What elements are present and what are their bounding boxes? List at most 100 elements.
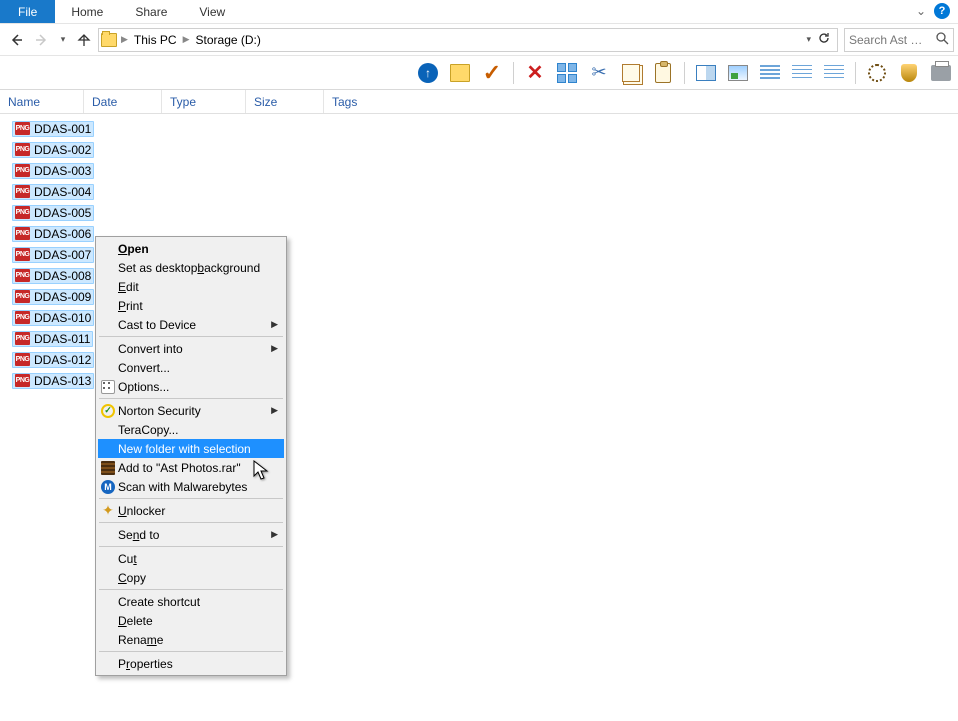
column-name[interactable]: Name xyxy=(0,90,84,113)
tab-view[interactable]: View xyxy=(183,0,241,23)
ctx-separator xyxy=(99,336,283,337)
ctx-edit[interactable]: Edit xyxy=(98,277,284,296)
select-all-icon[interactable] xyxy=(556,62,578,84)
forward-button[interactable] xyxy=(30,28,54,52)
file-item[interactable]: PNGDDAS-001 xyxy=(12,118,958,139)
list-view-icon[interactable] xyxy=(791,62,813,84)
file-name: DDAS-010 xyxy=(34,311,91,325)
search-placeholder: Search Ast … xyxy=(849,33,922,47)
ctx-delete[interactable]: Delete xyxy=(98,611,284,630)
norton-icon xyxy=(100,403,116,419)
png-icon: PNG xyxy=(15,164,30,177)
png-icon: PNG xyxy=(15,227,30,240)
column-headers: Name Date Type Size Tags xyxy=(0,90,958,114)
ctx-set-desktop-background[interactable]: Set as desktop background xyxy=(98,258,284,277)
column-tags[interactable]: Tags xyxy=(324,90,402,113)
help-icon[interactable]: ? xyxy=(934,3,950,19)
ribbon-tabs: File Home Share View ⌄ ? xyxy=(0,0,958,24)
address-bar[interactable]: ▶ This PC ▶ Storage (D:) ▾ xyxy=(98,28,838,52)
tab-share[interactable]: Share xyxy=(119,0,183,23)
file-name: DDAS-011 xyxy=(34,332,90,346)
png-icon: PNG xyxy=(15,248,30,261)
ctx-new-folder-with-selection[interactable]: New folder with selection xyxy=(98,439,284,458)
file-name: DDAS-008 xyxy=(34,269,91,283)
ctx-separator xyxy=(99,522,283,523)
file-item[interactable]: PNGDDAS-004 xyxy=(12,181,958,202)
file-name: DDAS-006 xyxy=(34,227,91,241)
delete-icon[interactable]: ✕ xyxy=(524,62,546,84)
ctx-convert[interactable]: Convert... xyxy=(98,358,284,377)
file-item[interactable]: PNG DDAS-003 xyxy=(12,160,958,181)
png-icon: PNG xyxy=(15,332,30,345)
png-icon: PNG xyxy=(15,143,30,156)
crumb-this-pc[interactable]: This PC xyxy=(132,33,179,47)
options-icon[interactable] xyxy=(866,62,888,84)
back-button[interactable] xyxy=(4,28,28,52)
file-name: DDAS-012 xyxy=(34,353,91,367)
new-folder-icon[interactable] xyxy=(449,62,471,84)
search-box[interactable]: Search Ast … xyxy=(844,28,954,52)
malwarebytes-icon: M xyxy=(100,479,116,495)
file-name: DDAS-005 xyxy=(34,206,91,220)
ctx-norton-security[interactable]: Norton Security▶ xyxy=(98,401,284,420)
png-icon: PNG xyxy=(15,269,30,282)
ctx-print[interactable]: Print xyxy=(98,296,284,315)
paste-icon[interactable] xyxy=(652,62,674,84)
separator xyxy=(513,62,514,84)
png-icon: PNG xyxy=(15,353,30,366)
ctx-options[interactable]: Options... xyxy=(98,377,284,396)
png-icon: PNG xyxy=(15,311,30,324)
ctx-unlocker[interactable]: ✦Unlocker xyxy=(98,501,284,520)
ctx-convert-into[interactable]: Convert into▶ xyxy=(98,339,284,358)
level-up-icon[interactable]: ↑ xyxy=(417,62,439,84)
ctx-separator xyxy=(99,498,283,499)
ctx-rename[interactable]: Rename xyxy=(98,630,284,649)
crumb-drive[interactable]: Storage (D:) xyxy=(194,33,263,47)
address-dropdown-icon[interactable]: ▾ xyxy=(806,34,811,45)
separator xyxy=(855,62,856,84)
file-item[interactable]: PNGDDAS-005 xyxy=(12,202,958,223)
file-name: DDAS-001 xyxy=(34,122,91,136)
search-icon xyxy=(936,32,949,48)
recent-locations-button[interactable]: ▾ xyxy=(56,28,70,52)
cut-icon[interactable]: ✂ xyxy=(588,62,610,84)
png-icon: PNG xyxy=(15,290,30,303)
ctx-cut[interactable]: Cut xyxy=(98,549,284,568)
copy-icon[interactable] xyxy=(620,62,642,84)
submenu-arrow-icon: ▶ xyxy=(271,405,278,416)
ctx-teracopy[interactable]: TeraCopy... xyxy=(98,420,284,439)
tab-file[interactable]: File xyxy=(0,0,55,23)
file-name: DDAS-003 xyxy=(34,164,91,178)
ctx-cast-to-device[interactable]: Cast to Device▶ xyxy=(98,315,284,334)
ctx-open[interactable]: Open xyxy=(98,239,284,258)
ribbon-minimize-icon[interactable]: ⌄ xyxy=(916,4,926,18)
details-view-icon[interactable] xyxy=(823,62,845,84)
png-icon: PNG xyxy=(15,185,30,198)
file-name: DDAS-007 xyxy=(34,248,91,262)
medium-icons-view-icon[interactable] xyxy=(759,62,781,84)
column-date[interactable]: Date xyxy=(84,90,162,113)
png-icon: PNG xyxy=(15,374,30,387)
file-item[interactable]: PNGDDAS-002 xyxy=(12,139,958,160)
ctx-send-to[interactable]: Send to▶ xyxy=(98,525,284,544)
check-icon[interactable]: ✓ xyxy=(481,62,503,84)
print-icon[interactable] xyxy=(930,62,952,84)
folder-icon xyxy=(101,33,117,47)
column-size[interactable]: Size xyxy=(246,90,324,113)
tab-home[interactable]: Home xyxy=(55,0,119,23)
submenu-arrow-icon: ▶ xyxy=(271,529,278,540)
ctx-separator xyxy=(99,398,283,399)
ctx-scan-malwarebytes[interactable]: MScan with Malwarebytes xyxy=(98,477,284,496)
ctx-copy[interactable]: Copy xyxy=(98,568,284,587)
up-button[interactable] xyxy=(72,28,96,52)
large-icons-view-icon[interactable] xyxy=(727,62,749,84)
column-type[interactable]: Type xyxy=(162,90,246,113)
ctx-properties[interactable]: Properties xyxy=(98,654,284,673)
toolbar: ↑ ✓ ✕ ✂ xyxy=(0,56,958,90)
preview-pane-icon[interactable] xyxy=(695,62,717,84)
ctx-add-to-rar[interactable]: Add to "Ast Photos.rar" xyxy=(98,458,284,477)
refresh-button[interactable] xyxy=(817,31,831,48)
security-icon[interactable] xyxy=(898,62,920,84)
context-menu: Open Set as desktop background Edit Prin… xyxy=(95,236,287,676)
ctx-create-shortcut[interactable]: Create shortcut xyxy=(98,592,284,611)
